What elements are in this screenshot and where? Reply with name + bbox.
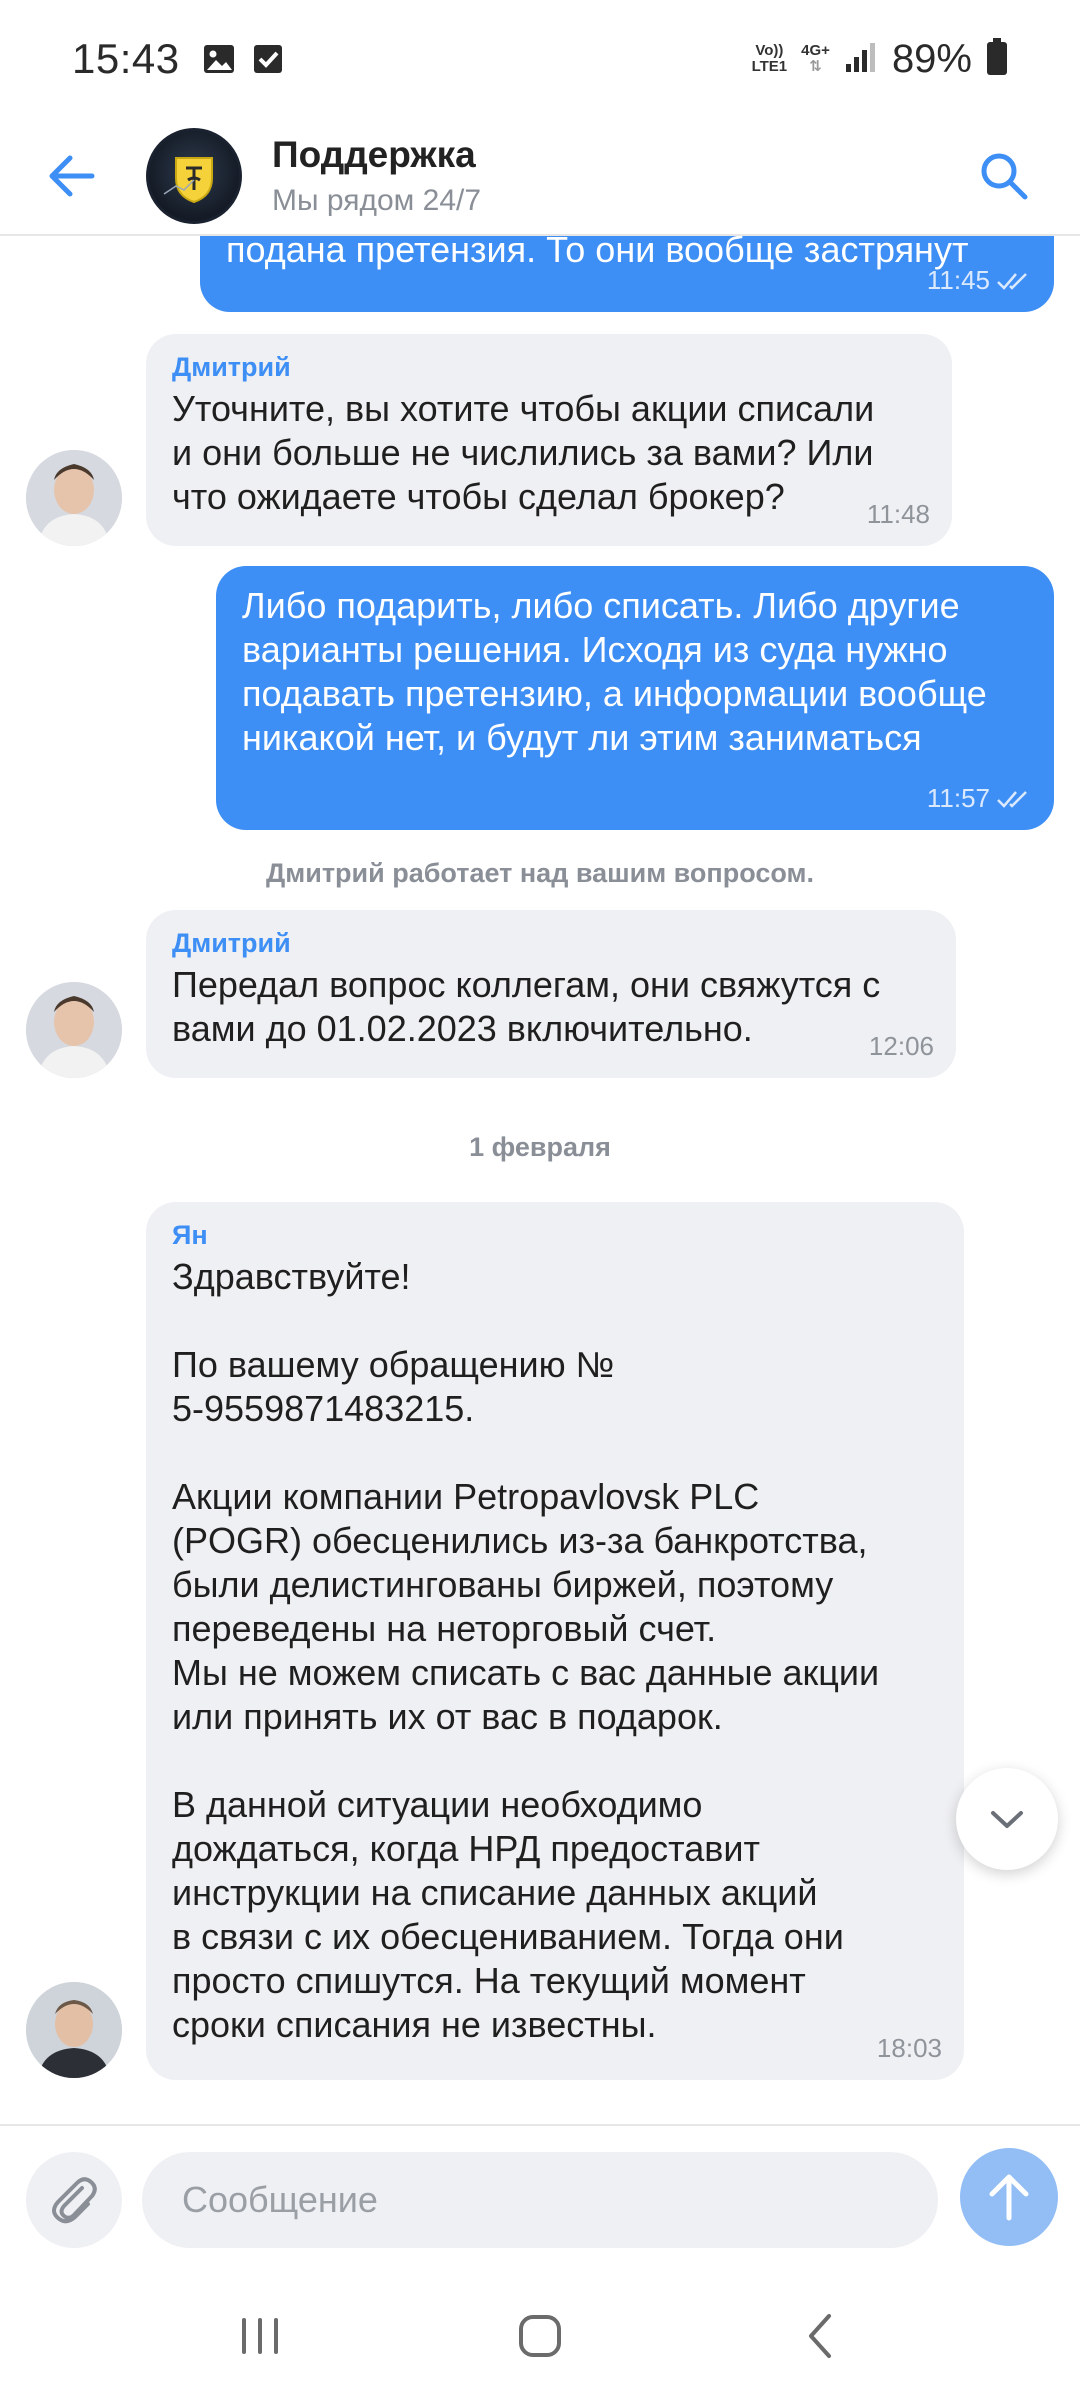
send-button[interactable] (960, 2148, 1058, 2246)
search-icon (981, 153, 1028, 200)
double-check-icon (997, 790, 1027, 808)
chevron-left-icon (809, 2314, 831, 2358)
message-meta: 11:45 (927, 265, 1032, 296)
sender-name: Ян (172, 1220, 208, 1250)
status-bar: 15:43 Vo)) LTE1 4G+ ⇅ 89% (0, 0, 1080, 118)
paperclip-icon (52, 2177, 97, 2224)
message-text: Уточните, вы хотите чтобы акции списали … (172, 388, 875, 517)
network-type-indicator: 4G+ ⇅ (801, 42, 830, 75)
volte-indicator: Vo)) LTE1 (751, 42, 788, 75)
bank-logo-icon (163, 157, 213, 204)
battery-icon (986, 37, 1008, 81)
message-time: 11:48 (866, 499, 930, 529)
battery-percent: 89% (891, 36, 972, 81)
message-meta: 11:48 (867, 499, 930, 530)
message-bubble-incoming[interactable]: Дмитрий Уточните, вы хотите чтобы акции … (146, 334, 952, 546)
system-nav-bar (0, 2272, 1080, 2400)
chat-title: Поддержка (272, 134, 476, 175)
agent-avatar[interactable] (26, 450, 122, 546)
message-composer (0, 2124, 1080, 2272)
message-meta: 12:06 (869, 1031, 934, 1062)
message-meta: 11:57 (927, 783, 1032, 814)
message-list[interactable]: подана претензия. То они вообще застряну… (0, 236, 1080, 2124)
message-time: 12:06 (868, 1031, 934, 1061)
message-bubble-outgoing[interactable]: Либо подарить, либо списать. Либо другие… (216, 566, 1054, 830)
date-separator: 1 февраля (469, 1132, 611, 1162)
support-logo-avatar[interactable] (146, 128, 242, 224)
scroll-to-bottom-button[interactable] (956, 1768, 1058, 1870)
search-button[interactable] (964, 136, 1044, 216)
message-bubble-incoming[interactable]: Дмитрий Передал вопрос коллегам, они свя… (146, 910, 956, 1078)
message-text: Либо подарить, либо списать. Либо другие… (242, 585, 987, 758)
message-time: 11:45 (926, 265, 990, 295)
message-time: 18:03 (876, 2033, 942, 2063)
home-button[interactable] (490, 2286, 590, 2386)
double-check-icon (997, 272, 1027, 290)
chevron-down-icon (991, 1811, 1023, 1828)
checkbox-notification-icon (252, 43, 284, 75)
message-bubble-incoming[interactable]: Ян Здравствуйте! По вашему обращению № 5… (146, 1202, 964, 2080)
message-text: подана претензия. То они вообще застряну… (226, 236, 969, 270)
recent-apps-icon (242, 2318, 278, 2354)
arrow-left-icon (49, 155, 95, 197)
message-bubble-outgoing[interactable]: подана претензия. То они вообще застряну… (200, 236, 1054, 312)
sender-name: Дмитрий (172, 928, 291, 958)
recent-apps-button[interactable] (210, 2286, 310, 2386)
message-time: 11:57 (926, 783, 990, 813)
message-text: Передал вопрос коллегам, они свяжутся с … (172, 964, 881, 1049)
back-button[interactable] (12, 117, 132, 235)
chat-subtitle: Мы рядом 24/7 (272, 184, 482, 217)
status-time: 15:43 (72, 35, 180, 82)
sender-name: Дмитрий (172, 352, 291, 382)
agent-avatar[interactable] (26, 982, 122, 1078)
back-nav-button[interactable] (770, 2286, 870, 2386)
message-text: Здравствуйте! По вашему обращению № 5-95… (172, 1256, 880, 2045)
arrow-up-icon (989, 2174, 1029, 2221)
system-note: Дмитрий работает над вашим вопросом. (266, 858, 814, 888)
message-meta: 18:03 (877, 2033, 942, 2064)
attach-button[interactable] (26, 2152, 122, 2248)
message-input[interactable] (142, 2152, 938, 2248)
agent-avatar[interactable] (26, 1982, 122, 2078)
gallery-icon (202, 42, 236, 76)
chat-screen: 15:43 Vo)) LTE1 4G+ ⇅ 89% Поддержка Мы р… (0, 0, 1080, 2400)
home-icon (519, 2315, 561, 2357)
signal-icon (844, 40, 878, 79)
chat-header: Поддержка Мы рядом 24/7 (0, 118, 1080, 236)
